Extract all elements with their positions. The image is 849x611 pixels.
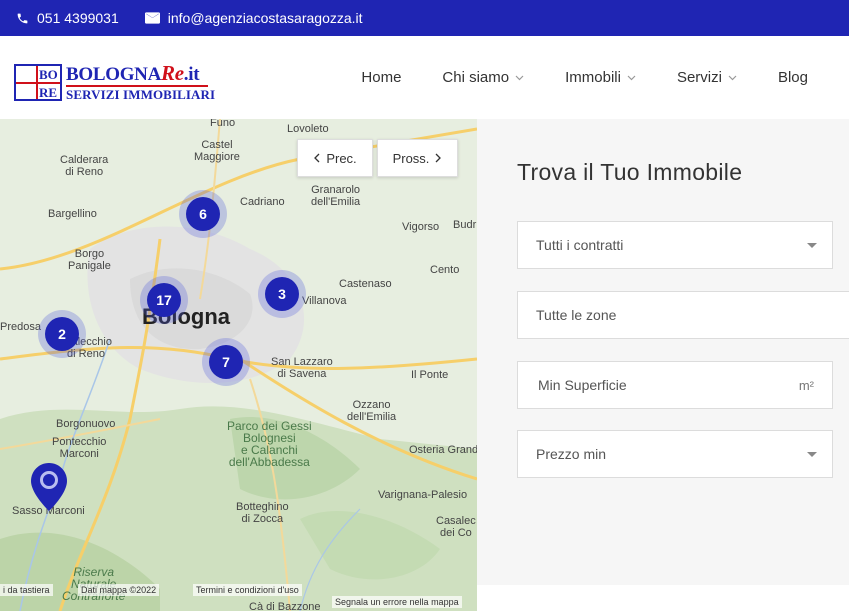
surface-unit: m² [798,377,814,393]
logo-cross-vertical [36,66,38,99]
map-cluster-marker[interactable]: 17 [147,283,181,317]
phone-number: 051 4399031 [37,10,119,26]
zone-select[interactable]: Tutte le zone [517,291,849,339]
nav-chi-siamo-label: Chi siamo [442,69,510,86]
map-cluster-marker[interactable]: 7 [209,345,243,379]
panel-footer-spacer [477,585,849,611]
map-data-credit: Dati mappa ©2022 [78,584,160,596]
map-label: Predosa [0,321,41,333]
contract-select-value: Tutti i contratti [536,237,624,253]
min-surface-input[interactable]: Min Superficie m² [517,361,833,409]
map-next-label: Pross. [392,150,430,166]
nav-servizi-label: Servizi [676,69,722,86]
map-label: Casalec dei Co [436,515,476,539]
map-label: Cadriano [240,196,285,208]
map-label: Il Ponte [411,369,449,381]
min-surface-placeholder: Min Superficie [538,377,627,393]
min-price-select[interactable]: Prezzo min [517,430,833,478]
envelope-icon [144,12,160,24]
search-panel: Trova il Tuo Immobile Tutti i contratti … [477,119,849,585]
map-label: Bargellino [48,208,97,220]
main-nav: Home Chi siamo Immobili Servizi Blog [361,36,849,119]
nav-immobili[interactable]: Immobili [565,69,636,86]
nav-home-label: Home [361,69,402,86]
chevron-down-icon [728,75,737,80]
nav-chi-siamo[interactable]: Chi siamo [442,69,524,86]
map-label: Pontecchio Marconi [52,436,107,460]
map-keyboard-shortcuts[interactable]: i da tastiera [0,584,53,596]
contract-select[interactable]: Tutti i contratti [517,221,833,269]
search-title: Trova il Tuo Immobile [517,159,743,185]
map-label: Vigorso [402,221,440,233]
email-contact[interactable]: info@agenziacostasaragozza.it [144,10,363,26]
map-label: Cento [430,264,460,276]
map-label: Botteghino di Zocca [236,501,289,525]
map-label: Castel Maggiore [194,139,240,163]
map-label: Funo [210,119,236,129]
nav-immobili-label: Immobili [565,69,621,86]
logo-name-tld: .it [183,64,200,85]
map-cluster-marker[interactable]: 3 [265,277,299,311]
contact-bar: 051 4399031 info@agenziacostasaragozza.i… [0,0,849,36]
map-cluster-marker[interactable]: 6 [186,197,220,231]
map-next-button[interactable]: Pross. [377,139,458,177]
map-label: Lovoleto [287,123,329,135]
map-terms-link[interactable]: Termini e condizioni d'uso [193,584,302,596]
nav-blog-label: Blog [777,69,808,86]
map-label: Granarolo dell'Emilia [311,184,361,208]
nav-servizi[interactable]: Servizi [677,69,737,86]
logo-subtitle: SERVIZI IMMOBILIARI [66,87,216,102]
map-pin-icon[interactable] [31,463,67,511]
logo-name-main: BOLOGNA [66,64,162,85]
map-report-link[interactable]: Segnala un errore nella mappa [332,596,462,608]
map-label: Ozzano dell'Emilia [347,399,397,423]
caret-down-icon [807,243,817,248]
map-label: Osteria Grand [409,444,477,456]
chevron-down-icon [515,75,524,80]
logo-box-bottom: RE [39,85,58,100]
logo-box-top: BO [39,67,58,82]
zone-select-value: Tutte le zone [536,307,617,323]
chevron-left-icon [314,153,320,163]
map-label: Budr [453,219,477,231]
map-label: Borgo Panigale [68,248,111,272]
logo-name-re: Re [161,61,184,85]
nav-blog[interactable]: Blog [778,69,808,86]
map-label: Cà di Bazzone [249,601,321,611]
nav-home[interactable]: Home [361,69,401,86]
logo-name: BOLOGNARe.it [66,61,200,86]
map-prev-label: Prec. [326,150,357,166]
map-label: Borgonuovo [56,418,116,430]
phone-contact[interactable]: 051 4399031 [16,10,119,26]
map-label: Villanova [302,295,347,307]
site-header: BO RE BOLOGNARe.it SERVIZI IMMOBILIARI H… [0,36,849,120]
map-prev-button[interactable]: Prec. [297,139,373,177]
chevron-down-icon [627,75,636,80]
caret-down-icon [807,452,817,457]
map-label: Varignana-Palesio [378,489,468,501]
map-label-park: Parco dei Gessi Bolognesi e Calanchi del… [227,419,312,469]
map-label: Calderara di Reno [60,154,109,178]
phone-icon [17,13,28,23]
map-label: Castenaso [339,278,392,290]
map-cluster-marker[interactable]: 2 [45,317,79,351]
logo-mark: BO RE [14,64,62,101]
min-price-value: Prezzo min [536,446,607,462]
property-map[interactable]: Funo Castel Maggiore Lovoleto Calderara … [0,119,477,611]
map-label: San Lazzaro di Savena [271,356,333,380]
chevron-right-icon [435,153,442,163]
email-address: info@agenziacostasaragozza.it [167,10,363,26]
site-logo[interactable]: BO RE BOLOGNARe.it SERVIZI IMMOBILIARI [14,61,215,105]
